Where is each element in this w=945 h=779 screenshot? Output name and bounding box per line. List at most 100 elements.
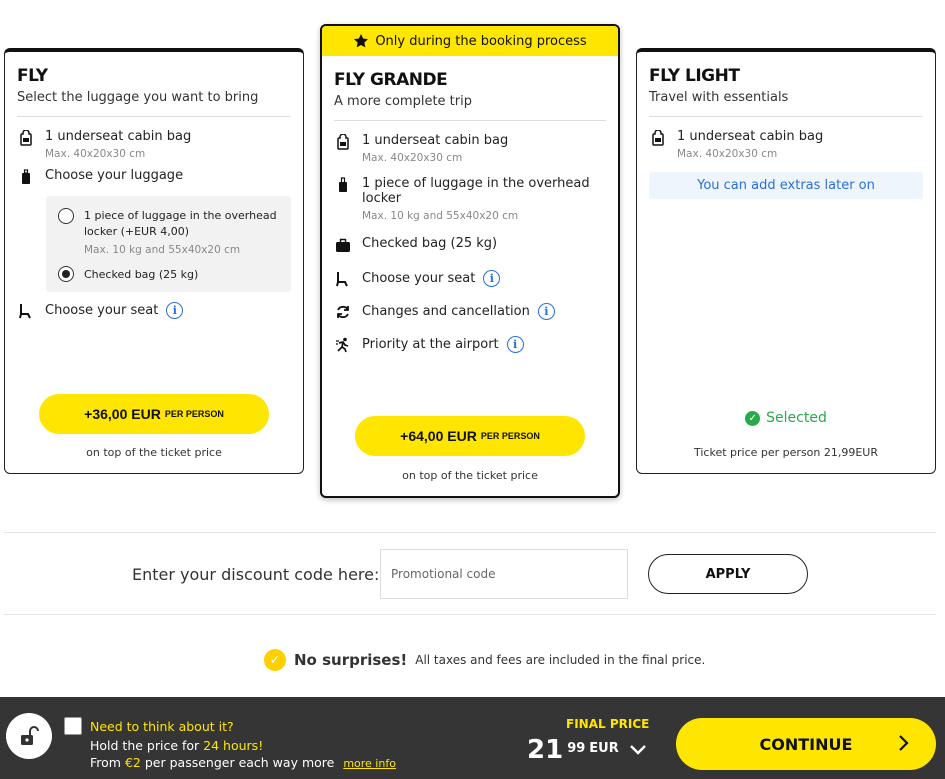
feature-priority: Priority at the airport i (334, 336, 606, 354)
per-person-label: PER PERSON (480, 431, 540, 441)
from-suffix: per passenger each way more (144, 755, 335, 770)
selected-status: ✓ Selected (637, 410, 935, 426)
price-decimal: 99 (567, 741, 586, 756)
feature-label: Changes and cancellation (362, 304, 530, 319)
more-info-link[interactable]: more info (343, 757, 396, 770)
fare-subtitle: A more complete trip (334, 94, 472, 109)
apply-button[interactable]: APPLY (648, 554, 808, 594)
divider (17, 116, 291, 117)
hold-prefix: Hold the price for (90, 738, 200, 753)
feature-label: 1 underseat cabin bag (677, 129, 824, 144)
radio-button-selected[interactable] (58, 266, 74, 282)
feature-underseat-bag: 1 underseat cabin bag Max. 40x20x30 cm (17, 129, 291, 160)
price-note: Ticket price per person 21,99EUR (693, 446, 879, 459)
option-label: 1 piece of luggage in the overhead locke… (84, 209, 277, 238)
continue-button[interactable]: CONTINUE (676, 718, 936, 770)
fare-subtitle: Travel with essentials (649, 90, 789, 105)
price-note: on top of the ticket price (402, 469, 538, 482)
backpack-icon (17, 129, 35, 147)
price-currency: EUR (589, 741, 619, 756)
final-price[interactable]: 21 99 EUR (527, 735, 647, 765)
feature-label: Checked bag (25 kg) (362, 236, 498, 251)
continue-label: CONTINUE (759, 734, 853, 754)
trolley-icon (334, 176, 352, 194)
fare-card-fly-light[interactable]: FLY LIGHT Travel with essentials 1 under… (636, 48, 936, 474)
running-person-icon (334, 336, 352, 354)
info-icon[interactable]: i (537, 303, 555, 320)
final-price-label: FINAL PRICE (566, 717, 650, 731)
divider (649, 116, 923, 117)
feature-note: Max. 40x20x30 cm (362, 152, 463, 164)
hold-price-line: Hold the price for 24 hours! (90, 738, 263, 753)
select-fly-button[interactable]: +36,00 EUR PER PERSON (39, 394, 269, 434)
star-icon (354, 34, 369, 48)
price-integer: 21 (527, 735, 564, 765)
hold-highlight: 24 hours! (203, 738, 264, 753)
divider (334, 120, 606, 121)
checked-bag-icon (334, 236, 352, 254)
feature-checked-bag: Checked bag (25 kg) (334, 236, 606, 254)
price-label: +64,00 EUR (400, 428, 477, 444)
option-note: Max. 10 kg and 55x40x20 cm (84, 244, 241, 256)
unlock-icon (6, 713, 52, 759)
fare-title: FLY LIGHT (649, 66, 740, 86)
promo-code-input[interactable] (380, 549, 628, 599)
select-fly-grande-button[interactable]: +64,00 EUR PER PERSON (355, 416, 585, 456)
feature-note: Max. 10 kg and 55x40x20 cm (362, 210, 519, 222)
booking-only-ribbon: Only during the booking process (322, 26, 618, 56)
hold-cost-line: From €2 per passenger each way more more… (90, 755, 396, 770)
feature-label: Choose your seat (45, 303, 159, 318)
extras-notice: You can add extras later on (649, 172, 923, 199)
luggage-options: 1 piece of luggage in the overhead locke… (46, 196, 291, 292)
chevron-down-icon[interactable] (629, 741, 647, 760)
option-checked-bag[interactable]: Checked bag (25 kg) (58, 266, 279, 282)
seat-icon (17, 302, 35, 320)
hold-price-heading: Need to think about it? (90, 719, 234, 734)
refresh-icon (334, 303, 352, 321)
divider (4, 532, 936, 533)
feature-label: Priority at the airport (362, 337, 499, 352)
feature-choose-seat: Choose your seat i (17, 302, 291, 320)
feature-underseat-bag: 1 underseat cabin bag Max. 40x20x30 cm (649, 129, 923, 160)
discount-label: Enter your discount code here: (132, 565, 380, 584)
feature-note: Max. 40x20x30 cm (677, 148, 778, 160)
radio-button[interactable] (58, 208, 74, 224)
from-prefix: From (90, 755, 121, 770)
info-icon[interactable]: i (166, 302, 184, 319)
feature-underseat-bag: 1 underseat cabin bag Max. 40x20x30 cm (334, 133, 606, 164)
fare-card-fly-grande[interactable]: Only during the booking process FLY GRAN… (320, 24, 620, 498)
price-note: on top of the ticket price (86, 446, 222, 459)
chevron-right-icon (898, 734, 910, 756)
fare-title: FLY GRANDE (334, 70, 448, 90)
no-surprises-title: No surprises! (294, 651, 408, 669)
suitcase-icon (17, 168, 35, 186)
no-surprises-banner: ✓ No surprises! All taxes and fees are i… (264, 649, 705, 671)
fare-subtitle: Select the luggage you want to bring (17, 90, 259, 105)
feature-note: Max. 40x20x30 cm (45, 148, 146, 160)
feature-label: Choose your seat (362, 271, 476, 286)
backpack-icon (334, 133, 352, 151)
check-circle-icon: ✓ (745, 410, 761, 426)
option-overhead-locker[interactable]: 1 piece of luggage in the overhead locke… (58, 208, 279, 256)
seat-icon (334, 270, 352, 288)
fare-title: FLY (17, 66, 48, 86)
from-highlight: €2 (124, 755, 141, 770)
info-icon[interactable]: i (483, 270, 501, 287)
selected-label: Selected (766, 410, 827, 426)
check-circle-icon: ✓ (264, 649, 286, 671)
no-surprises-text: All taxes and fees are included in the f… (415, 653, 706, 667)
fare-card-fly[interactable]: FLY Select the luggage you want to bring… (4, 48, 304, 474)
backpack-icon (649, 129, 667, 147)
footer-bar: Need to think about it? Hold the price f… (0, 697, 945, 779)
feature-overhead-locker: 1 piece of luggage in the overhead locke… (334, 176, 606, 222)
feature-label: Choose your luggage (45, 168, 184, 183)
feature-label: 1 underseat cabin bag (362, 133, 509, 148)
per-person-label: PER PERSON (164, 409, 224, 419)
price-label: +36,00 EUR (84, 406, 161, 422)
feature-changes-cancellation: Changes and cancellation i (334, 303, 606, 321)
divider (4, 614, 936, 615)
feature-choose-seat: Choose your seat i (334, 270, 606, 288)
ribbon-text: Only during the booking process (375, 33, 587, 49)
info-icon[interactable]: i (506, 336, 524, 353)
hold-price-checkbox[interactable] (64, 717, 82, 735)
